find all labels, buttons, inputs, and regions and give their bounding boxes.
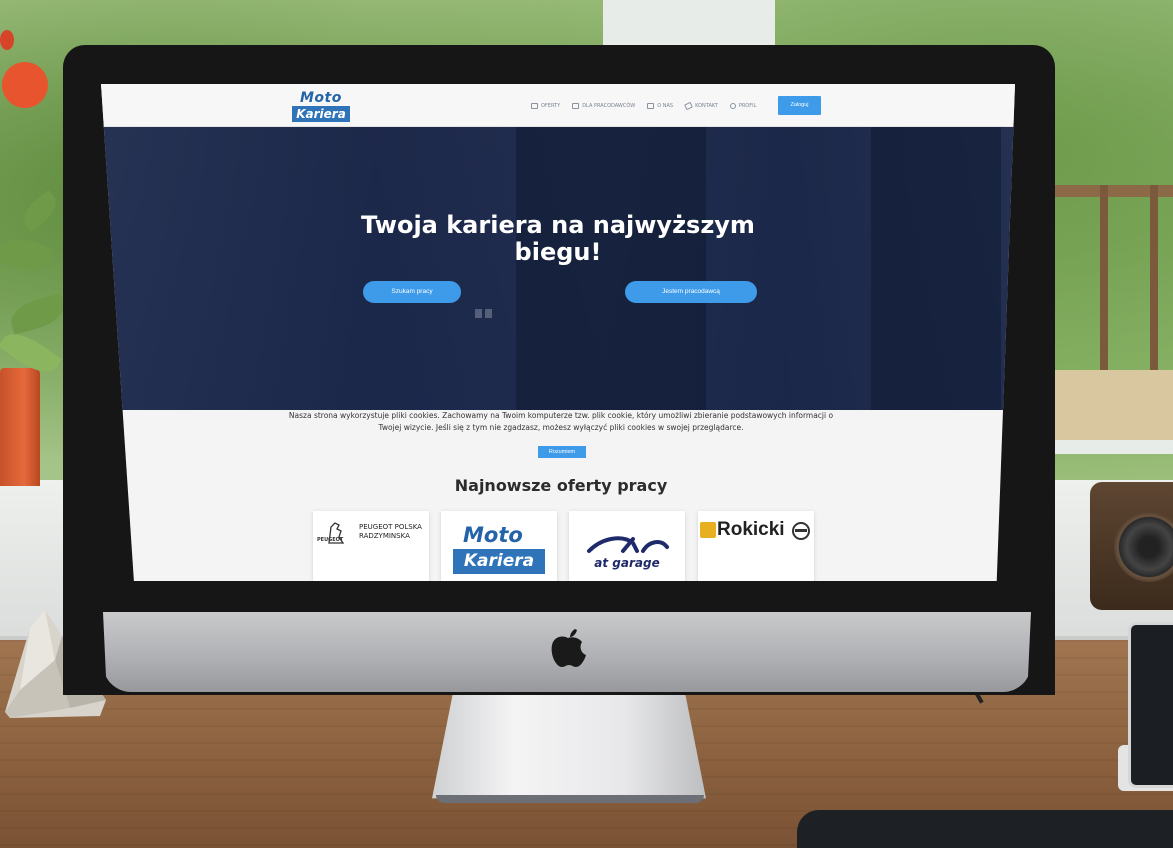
user-icon	[729, 103, 736, 109]
camera	[1090, 482, 1173, 610]
flower	[2, 62, 48, 108]
company-name: PEUGEOT POLSKA RADZYMINSKA	[359, 523, 422, 540]
nav-label: O NAS	[657, 103, 674, 109]
logo-kariera-text: Kariera	[292, 106, 350, 122]
logo-moto-text: Moto	[300, 90, 342, 106]
offer-card-atgarage[interactable]: at garage	[569, 511, 685, 581]
mousepad	[797, 810, 1173, 848]
paper-plane-icon	[684, 101, 694, 111]
website-screen: Moto Kariera OFERTY DLA PRACODAWCÓW O NA…	[101, 84, 1015, 581]
employer-button[interactable]: Jestem pracodawcą	[625, 281, 757, 303]
flower	[0, 30, 14, 50]
rokicki-logo-icon	[700, 522, 716, 538]
offer-card-peugeot[interactable]: PEUGEOT PEUGEOT POLSKA RADZYMINSKA	[313, 511, 429, 581]
balcony-deck	[1040, 370, 1173, 445]
carousel-dot[interactable]	[475, 309, 482, 318]
offer-card-motokariera[interactable]: Moto Kariera	[441, 511, 557, 581]
nav-menu: OFERTY DLA PRACODAWCÓW O NAS KONTAKT PRO…	[531, 96, 756, 116]
imac-stand-foot	[436, 795, 704, 803]
nav-item-contact[interactable]: KONTAKT	[684, 101, 718, 111]
cookie-accept-button[interactable]: Rozumiem	[538, 446, 586, 458]
imac-stand	[432, 688, 706, 799]
window-frame-sill	[1035, 440, 1173, 454]
cookie-notice: Nasza strona wykorzystuje pliki cookies.…	[288, 411, 834, 432]
nav-item-profile[interactable]: PROFIL	[729, 103, 757, 109]
peugeot-brand-text: PEUGEOT	[317, 537, 344, 543]
id-card-icon	[647, 103, 655, 109]
briefcase-icon	[531, 103, 538, 109]
hero-bg-window	[516, 127, 706, 410]
nav-label: PROFIL	[738, 103, 757, 109]
opel-logo-icon	[792, 522, 810, 540]
window-frame	[603, 0, 775, 48]
building-icon	[572, 103, 580, 109]
logo-moto-text: Moto	[463, 523, 523, 547]
hero-title: Twoja kariera na najwyższym biegu!	[361, 211, 755, 266]
hero-bg-window	[871, 127, 1001, 410]
flower-pot	[0, 368, 40, 486]
navbar: Moto Kariera OFERTY DLA PRACODAWCÓW O NA…	[101, 84, 1015, 127]
apple-logo-icon	[551, 629, 586, 667]
nav-item-offers[interactable]: OFERTY	[531, 103, 560, 109]
carousel-dot[interactable]	[485, 309, 492, 318]
smartphone	[1128, 622, 1173, 788]
seek-job-button[interactable]: Szukam pracy	[363, 281, 461, 303]
offer-card-rokicki[interactable]: Rokicki	[698, 511, 814, 581]
nav-label: KONTAKT	[695, 103, 718, 109]
nav-item-about[interactable]: O NAS	[647, 103, 673, 109]
login-button[interactable]: Zaloguj	[778, 96, 821, 115]
offers-section-title: Najnowsze oferty pracy	[454, 476, 668, 495]
company-name: Rokicki	[717, 519, 785, 540]
nav-label: DLA PRACODAWCÓW	[582, 103, 636, 109]
hero-section: Twoja kariera na najwyższym biegu! Szuka…	[101, 127, 1015, 410]
logo-kariera-text: Kariera	[453, 549, 545, 574]
nav-label: OFERTY	[541, 103, 561, 109]
at-garage-text: at garage	[594, 556, 659, 570]
nav-item-employers[interactable]: DLA PRACODAWCÓW	[572, 103, 635, 109]
site-logo[interactable]: Moto Kariera	[292, 90, 350, 124]
at-garage-logo-icon: at garage	[587, 536, 669, 570]
carousel-indicators	[475, 309, 492, 318]
